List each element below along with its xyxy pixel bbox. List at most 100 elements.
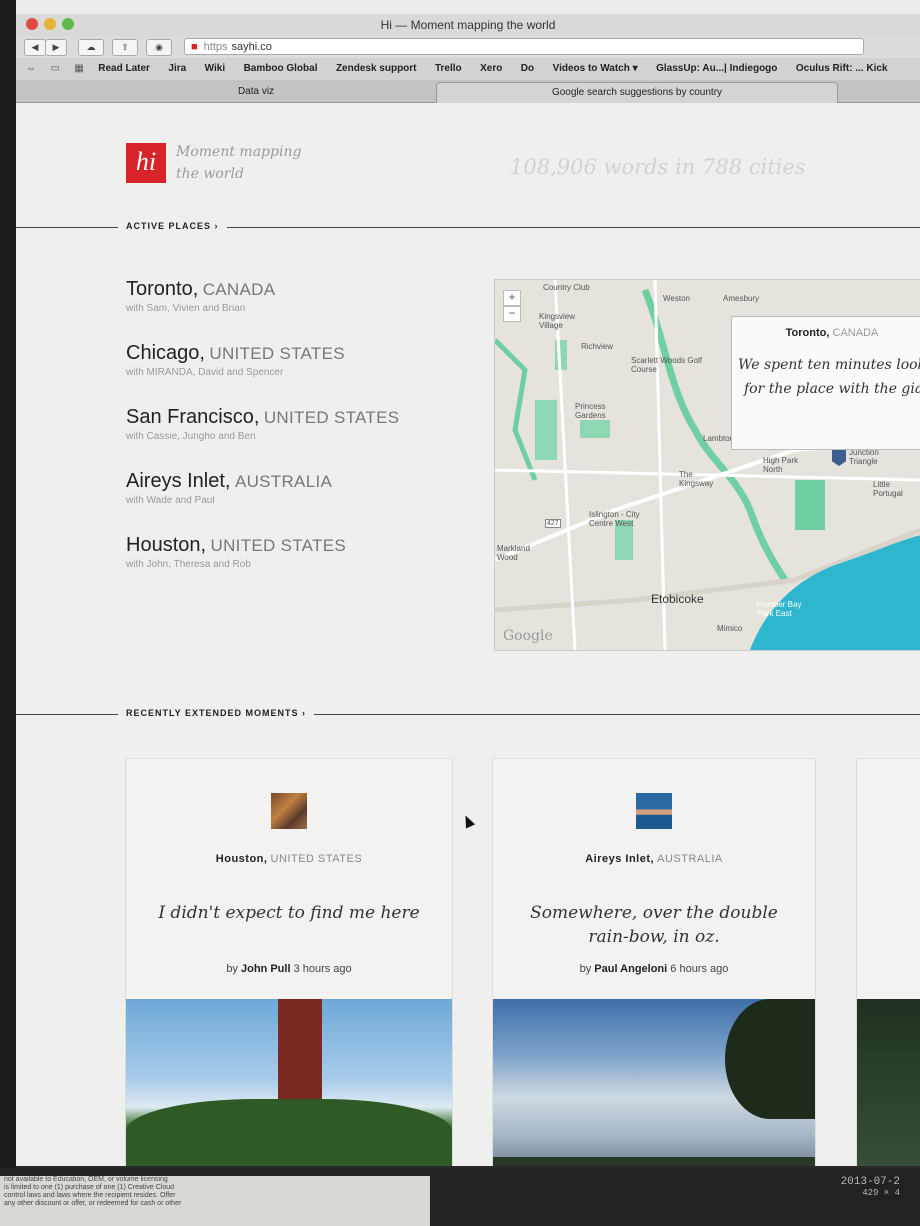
site-tagline: Moment mapping the world — [176, 141, 356, 185]
moment-photo[interactable] — [857, 999, 920, 1166]
photo-trees — [126, 1099, 452, 1166]
info-quote-line: for the place with the gia — [744, 381, 920, 397]
url-host: sayhi.co — [231, 41, 272, 53]
bookmark-item[interactable]: Do — [521, 58, 534, 80]
bookmark-item[interactable]: Videos to Watch ▾ — [553, 58, 638, 80]
map-zoom-in-button[interactable]: + — [503, 290, 521, 306]
paper-line: is limited to one (1) purchase of one (1… — [4, 1184, 175, 1191]
moment-photo[interactable] — [126, 999, 452, 1166]
reader-icon[interactable]: ◉ — [146, 39, 172, 56]
map-label: Markland Wood — [497, 544, 530, 562]
sidebar-icon[interactable]: ⇔ — [26, 58, 36, 80]
moment-photo[interactable] — [493, 999, 815, 1166]
window-titlebar: Hi — Moment mapping the world — [16, 14, 920, 36]
photo-tree — [725, 999, 815, 1119]
place-participants: with John, Theresa and Rob — [126, 559, 251, 570]
bookmark-item[interactable]: Wiki — [205, 58, 225, 80]
place-participants: with Wade and Paul — [126, 495, 215, 506]
map-label: Amesbury — [723, 294, 760, 303]
share-icon[interactable]: ⇪ — [112, 39, 138, 56]
bookmark-item[interactable]: Oculus Rift: ... Kick — [796, 58, 888, 80]
bookmark-item[interactable]: GlassUp: Au...| Indiegogo — [656, 58, 777, 80]
bookmark-item[interactable]: Trello — [435, 58, 462, 80]
moment-card[interactable]: Aireys Inlet, AUSTRALIA Somewhere, over … — [492, 758, 816, 1166]
map-zoom-out-button[interactable]: − — [503, 306, 521, 322]
avatar[interactable] — [271, 793, 307, 829]
highway-shield: 427 — [545, 519, 561, 528]
tagline-line: the world — [176, 166, 244, 182]
timestamp-text: 2013-07-2 — [840, 1176, 900, 1188]
back-icon[interactable]: ◀ — [24, 39, 46, 56]
active-places-link[interactable]: ACTIVE PLACES › — [118, 221, 227, 231]
address-bar[interactable]: ■ https sayhi.co — [184, 38, 864, 55]
map-info-window[interactable]: Toronto, CANADA We spent ten minutes loo… — [731, 316, 920, 450]
moment-time: 3 hours ago — [293, 963, 352, 975]
bookmark-item[interactable]: Bamboo Global — [244, 58, 318, 80]
moment-author[interactable]: Paul Angeloni — [594, 963, 667, 975]
tab-google-suggestions[interactable]: Google search suggestions by country — [436, 82, 838, 103]
place-city: Chicago, — [126, 342, 205, 364]
map-label: The Kingsway — [679, 470, 714, 488]
map-label: Mimico — [717, 624, 743, 633]
paper-line: control laws and laws where the recipien… — [4, 1192, 176, 1199]
tagline-line: Moment mapping — [176, 144, 302, 160]
desk-paper: not available to Education, OEM, or volu… — [0, 1176, 430, 1226]
byline-prefix: by — [579, 963, 592, 975]
map-label: Junction Triangle — [849, 448, 879, 466]
dims-text: 429 × 4 — [862, 1188, 900, 1198]
web-page: hi Moment mapping the world 108,906 word… — [16, 103, 920, 1166]
byline-prefix: by — [226, 963, 238, 975]
moment-country: AUSTRALIA — [657, 853, 723, 865]
places-map[interactable]: + − Country Club Weston Amesbury Kingsvi… — [494, 279, 920, 651]
bookmarks-bar: ⇔ ▭ ▦ Read Later Jira Wiki Bamboo Global… — [16, 58, 920, 80]
info-quote: We spent ten minutes look for the place … — [738, 353, 920, 401]
forward-icon[interactable]: ▶ — [45, 39, 67, 56]
toolbar: ◀ ▶ ☁ ⇪ ◉ ■ https sayhi.co — [16, 36, 920, 58]
info-place: Toronto, — [785, 327, 830, 339]
moment-card[interactable] — [856, 758, 920, 1166]
mouse-cursor-icon — [460, 813, 476, 829]
bookmark-item[interactable]: Read Later — [98, 58, 150, 80]
bookmark-item[interactable]: Xero — [480, 58, 502, 80]
monitor-bezel — [0, 0, 16, 1226]
place-participants: with Cassie, Jungho and Ben — [126, 431, 256, 442]
moment-quote: Somewhere, over the double rain-bow, in … — [530, 903, 778, 947]
info-quote-line: We spent ten minutes look — [738, 357, 920, 373]
word-count-stats: 108,906 words in 788 cities — [510, 155, 806, 179]
moment-author[interactable]: John Pull — [241, 963, 291, 975]
moment-card[interactable]: Houston, UNITED STATES I didn't expect t… — [125, 758, 453, 1166]
place-item[interactable]: San Francisco, UNITED STATES with Cassie… — [126, 406, 399, 442]
reading-list-icon[interactable]: ▭ — [50, 58, 59, 80]
place-item[interactable]: Chicago, UNITED STATES with MIRANDA, Dav… — [126, 342, 345, 378]
top-sites-icon[interactable]: ▦ — [74, 58, 83, 80]
map-label: High Park North — [763, 456, 799, 474]
map-label: Weston — [663, 294, 690, 303]
bookmark-item[interactable]: Zendesk support — [336, 58, 417, 80]
place-country: UNITED STATES — [263, 408, 400, 427]
map-label: Etobicoke — [651, 592, 704, 606]
avatar[interactable] — [636, 793, 672, 829]
recent-moments-link[interactable]: RECENTLY EXTENDED MOMENTS › — [118, 708, 315, 718]
site-favicon-icon: ■ — [191, 41, 198, 53]
bookmark-item[interactable]: Jira — [168, 58, 186, 80]
place-city: San Francisco, — [126, 406, 260, 428]
place-item[interactable]: Aireys Inlet, AUSTRALIA with Wade and Pa… — [126, 470, 332, 506]
map-label: Lambton — [703, 434, 735, 443]
map-label: Kingsview Village — [539, 312, 576, 330]
map-label: Islington - City Centre West — [589, 510, 640, 528]
cloud-icon[interactable]: ☁ — [78, 39, 104, 56]
paper-line: any other discount or offer, or redeemed… — [4, 1200, 182, 1207]
photo-treeline — [493, 1157, 815, 1166]
place-city: Aireys Inlet, — [126, 470, 231, 492]
map-label: Little Portugal — [873, 480, 903, 498]
moment-country: UNITED STATES — [270, 853, 363, 865]
window-title: Hi — Moment mapping the world — [380, 18, 556, 32]
place-item[interactable]: Toronto, CANADA with Sam, Vivien and Bri… — [126, 278, 275, 314]
place-item[interactable]: Houston, UNITED STATES with John, Theres… — [126, 534, 346, 570]
hi-logo[interactable]: hi — [126, 143, 166, 183]
tab-bar: Data viz Google search suggestions by co… — [16, 80, 920, 103]
tab-data-viz[interactable]: Data viz — [76, 82, 436, 102]
moment-quote: I didn't expect to find me here — [158, 903, 420, 923]
place-participants: with MIRANDA, David and Spencer — [126, 367, 284, 378]
map-label: Humber Bay Park East — [757, 600, 802, 618]
